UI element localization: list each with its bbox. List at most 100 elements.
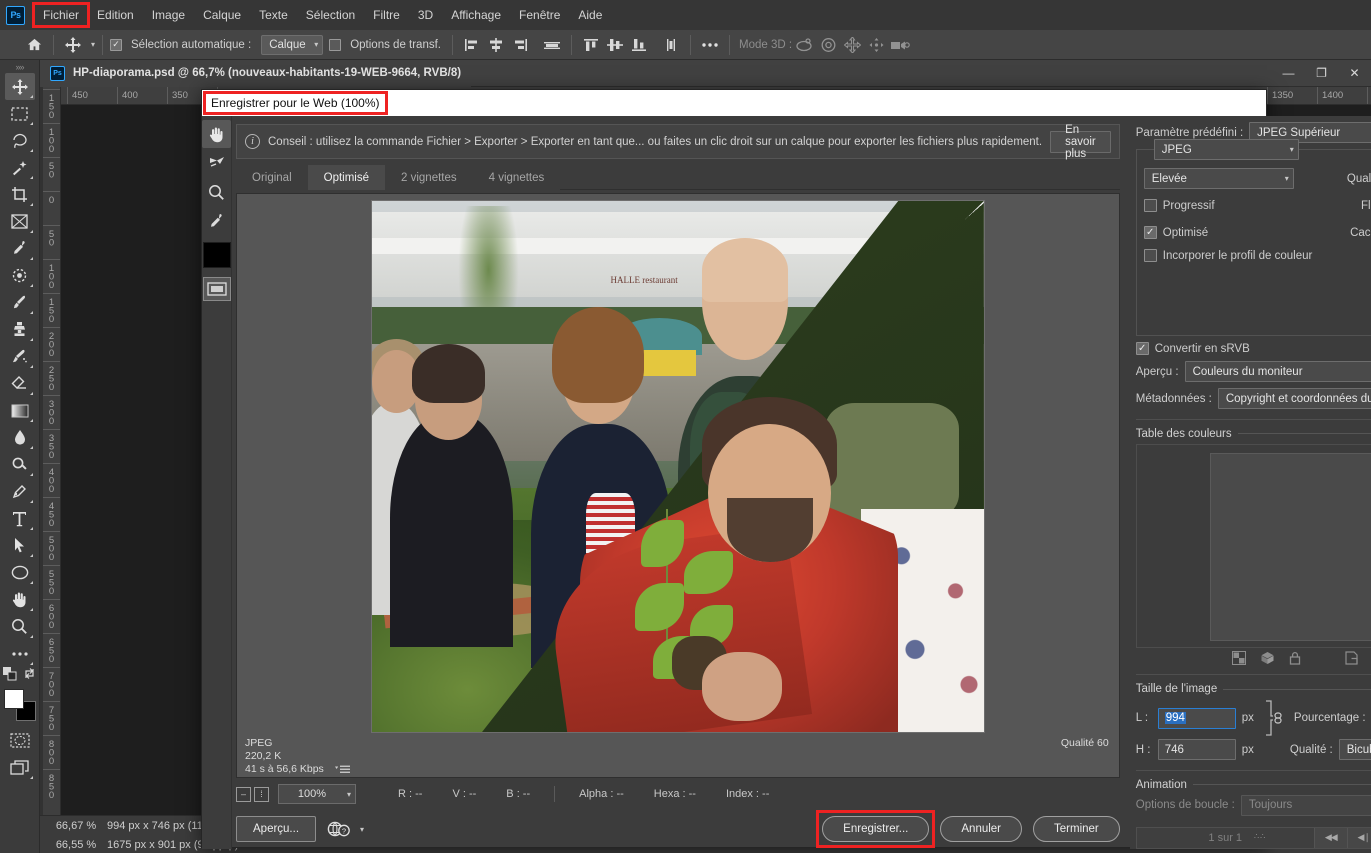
align-horizontal-centers-icon[interactable] [484, 34, 508, 56]
frame-tool[interactable] [5, 208, 35, 235]
menu-item-image[interactable]: Image [143, 4, 194, 26]
type-tool[interactable] [5, 505, 35, 532]
magic-wand-tool[interactable] [5, 154, 35, 181]
convert-srgb-checkbox[interactable]: ✓ [1135, 342, 1149, 355]
done-button[interactable]: Terminer [1033, 816, 1120, 842]
progressive-checkbox[interactable] [1143, 199, 1157, 212]
eyedropper-tool[interactable] [202, 207, 231, 235]
info-flyout-menu-icon[interactable] [334, 765, 351, 774]
color-swatches[interactable] [3, 689, 36, 721]
auto-select-checkbox[interactable]: ✓ [110, 38, 123, 51]
screen-mode-tool[interactable] [5, 754, 35, 781]
height-input[interactable]: 746 [1157, 739, 1236, 761]
brush-tool[interactable] [5, 289, 35, 316]
move-tool-icon[interactable] [61, 34, 85, 56]
minimize-button[interactable]: — [1272, 60, 1305, 87]
move-tool-dropdown-icon[interactable]: ▾ [91, 40, 95, 49]
color-table-area[interactable] [1135, 443, 1371, 648]
chevron-down-icon[interactable]: ▾ [360, 825, 364, 834]
lasso-tool[interactable] [5, 127, 35, 154]
document-tab[interactable]: Ps HP-diaporama.psd @ 66,7% (nouveaux-ha… [40, 59, 472, 87]
path-selection-tool[interactable] [5, 532, 35, 559]
previous-frame-button[interactable]: ◀❘ [1346, 827, 1371, 848]
layer-select-dropdown[interactable]: Calque ▾ [261, 34, 324, 55]
metadata-dropdown[interactable]: Copyright et coordonnées du contact ▾ [1217, 388, 1371, 409]
pan-3d-icon[interactable] [840, 34, 864, 56]
crop-tool[interactable] [5, 181, 35, 208]
optimized-checkbox[interactable]: ✓ [1143, 226, 1157, 239]
menu-item-aide[interactable]: Aide [569, 4, 611, 26]
align-left-edges-icon[interactable] [460, 34, 484, 56]
zoom-in-button[interactable]: ⁞ [254, 786, 269, 802]
rotate-3d-icon[interactable] [792, 34, 816, 56]
menu-item-texte[interactable]: Texte [250, 4, 297, 26]
compression-level-dropdown[interactable]: Elevée ▾ [1143, 168, 1294, 189]
transform-options-checkbox[interactable] [329, 38, 342, 51]
dodge-tool[interactable] [5, 451, 35, 478]
menu-item-edition[interactable]: Edition [88, 4, 143, 26]
file-format-dropdown[interactable]: JPEG ▾ [1153, 139, 1299, 160]
cancel-button[interactable]: Annuler [940, 816, 1023, 842]
preview-dropdown[interactable]: Couleurs du moniteur ▾ [1184, 361, 1371, 382]
blur-tool[interactable] [5, 424, 35, 451]
new-color-icon[interactable] [1345, 651, 1358, 668]
learn-more-button[interactable]: En savoir plus [1050, 124, 1111, 160]
menu-item-fichier[interactable]: Fichier [31, 2, 91, 28]
tab-optimise[interactable]: Optimisé [307, 165, 386, 190]
align-top-edges-icon[interactable] [579, 34, 603, 56]
tab-original[interactable]: Original [236, 165, 308, 190]
menu-item-filtre[interactable]: Filtre [364, 4, 409, 26]
close-button[interactable]: ✕ [1338, 60, 1371, 87]
spot-healing-brush-tool[interactable] [5, 262, 35, 289]
slice-select-tool[interactable] [202, 149, 231, 177]
history-brush-tool[interactable] [5, 343, 35, 370]
hand-tool[interactable] [202, 120, 231, 148]
menu-item-fenetre[interactable]: Fenêtre [510, 4, 569, 26]
embed-profile-checkbox[interactable] [1143, 249, 1157, 262]
menu-item-affichage[interactable]: Affichage [442, 4, 510, 26]
foreground-color-swatch[interactable] [3, 689, 24, 709]
color-table-swatches[interactable] [1209, 452, 1371, 641]
dialog-resize-grip[interactable]: ∴∴ [1254, 833, 1265, 845]
swap-colors-icon[interactable] [23, 667, 36, 684]
toolbar-grip[interactable]: »» [15, 62, 24, 73]
slide-3d-icon[interactable] [864, 34, 888, 56]
maximize-button[interactable]: ❐ [1305, 60, 1338, 87]
move-tool[interactable] [4, 73, 35, 100]
menu-item-selection[interactable]: Sélection [297, 4, 364, 26]
gradient-tool[interactable] [5, 397, 35, 424]
default-colors-icon[interactable] [3, 667, 17, 684]
tab-4-vignettes[interactable]: 4 vignettes [472, 165, 561, 190]
tab-2-vignettes[interactable]: 2 vignettes [385, 165, 473, 190]
width-input[interactable]: 994 [1157, 707, 1236, 729]
constrain-proportions-icon[interactable] [1264, 699, 1284, 737]
home-icon[interactable] [22, 34, 46, 56]
align-bottom-edges-icon[interactable] [627, 34, 651, 56]
clone-stamp-tool[interactable] [5, 316, 35, 343]
menu-item-3d[interactable]: 3D [409, 4, 442, 26]
optimized-image-preview[interactable]: HALLE restaurant [370, 200, 985, 733]
eyedropper-tool[interactable] [5, 235, 35, 262]
menu-item-calque[interactable]: Calque [194, 4, 250, 26]
web-shift-icon[interactable] [1260, 651, 1275, 668]
align-right-edges-icon[interactable] [508, 34, 532, 56]
eyedropper-color-swatch[interactable] [202, 242, 231, 268]
zoom-level-dropdown[interactable]: 100% ▾ [278, 784, 356, 804]
toggle-slices-visibility-button[interactable] [202, 277, 231, 301]
preview-button[interactable]: Aperçu... [236, 816, 317, 842]
align-vertical-centers-icon[interactable] [603, 34, 627, 56]
rectangular-marquee-tool[interactable] [5, 100, 35, 127]
distribute-vertical-icon[interactable] [659, 34, 683, 56]
zoom-out-button[interactable]: – [236, 786, 251, 802]
resample-quality-dropdown[interactable]: Bicubique ▾ [1338, 739, 1371, 761]
zoom-tool[interactable] [202, 178, 231, 206]
camera-3d-icon[interactable] [888, 34, 912, 56]
transparency-icon[interactable] [1231, 651, 1246, 668]
lock-icon[interactable] [1289, 651, 1301, 668]
pen-tool[interactable] [5, 478, 35, 505]
edit-toolbar-icon[interactable] [5, 640, 35, 667]
distribute-horizontal-icon[interactable] [540, 34, 564, 56]
ellipse-shape-tool[interactable] [5, 559, 35, 586]
quick-mask-tool[interactable] [5, 727, 35, 754]
zoom-tool[interactable] [5, 613, 35, 640]
